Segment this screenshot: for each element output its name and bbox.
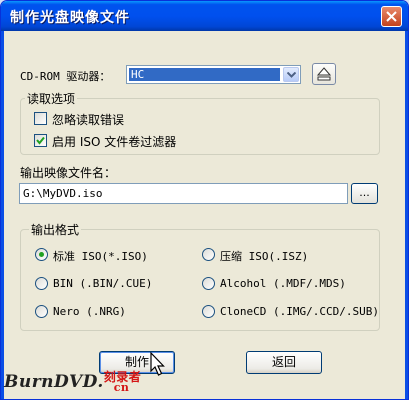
window-frame-left	[1, 31, 4, 399]
watermark-logo: BurnDVD. 刻录者 cn	[4, 370, 144, 394]
browse-button[interactable]: ...	[351, 183, 378, 204]
checkmark-icon	[36, 136, 45, 145]
dialog-window: 制作光盘映像文件 CD-ROM 驱动器： HC 读取选项 忽略读取错误 启用 I…	[0, 0, 409, 400]
read-options-title: 读取选项	[25, 90, 78, 107]
window-title: 制作光盘映像文件	[10, 10, 130, 26]
format-label-iso[interactable]: 标准 ISO(*.ISO)	[53, 248, 148, 264]
output-file-input[interactable]: G:\MyDVD.iso	[19, 183, 348, 204]
watermark-text: BurnDVD.	[4, 372, 104, 392]
watermark-cn-bottom: cn	[113, 381, 130, 394]
radio-selected-dot	[39, 252, 44, 257]
format-radio-nero[interactable]	[35, 305, 48, 318]
format-label-isz[interactable]: 压缩 ISO(.ISZ)	[220, 248, 308, 264]
eject-button[interactable]	[312, 63, 336, 85]
drive-select[interactable]: HC	[126, 65, 301, 84]
format-radio-clonecd[interactable]	[202, 305, 215, 318]
format-label-nero[interactable]: Nero (.NRG)	[53, 305, 126, 318]
mouse-pointer-icon	[150, 352, 165, 376]
chevron-down-icon	[287, 72, 296, 78]
format-radio-iso[interactable]	[35, 248, 48, 261]
output-format-title: 输出格式	[29, 221, 82, 238]
close-button[interactable]	[381, 6, 402, 27]
drive-label: CD-ROM 驱动器：	[20, 70, 111, 83]
output-file-label: 输出映像文件名：	[20, 166, 117, 180]
close-icon	[386, 11, 397, 22]
back-button[interactable]: 返回	[246, 351, 322, 374]
format-radio-isz[interactable]	[202, 248, 215, 261]
ignore-errors-checkbox[interactable]	[34, 112, 47, 125]
drive-dropdown-button[interactable]	[283, 67, 299, 82]
format-label-bin[interactable]: BIN (.BIN/.CUE)	[53, 277, 152, 290]
drive-select-value: HC	[129, 68, 280, 81]
iso-filter-checkbox[interactable]	[34, 134, 47, 147]
eject-icon	[317, 67, 331, 81]
title-bar[interactable]: 制作光盘映像文件	[1, 1, 408, 31]
iso-filter-label[interactable]: 启用 ISO 文件卷过滤器	[52, 133, 176, 150]
window-frame-right	[405, 31, 408, 399]
format-label-clonecd[interactable]: CloneCD (.IMG/.CCD/.SUB)	[220, 305, 379, 318]
format-radio-bin[interactable]	[35, 277, 48, 290]
ignore-errors-label[interactable]: 忽略读取错误	[52, 111, 124, 128]
format-label-alcohol[interactable]: Alcohol (.MDF/.MDS)	[220, 277, 346, 290]
format-radio-alcohol[interactable]	[202, 277, 215, 290]
